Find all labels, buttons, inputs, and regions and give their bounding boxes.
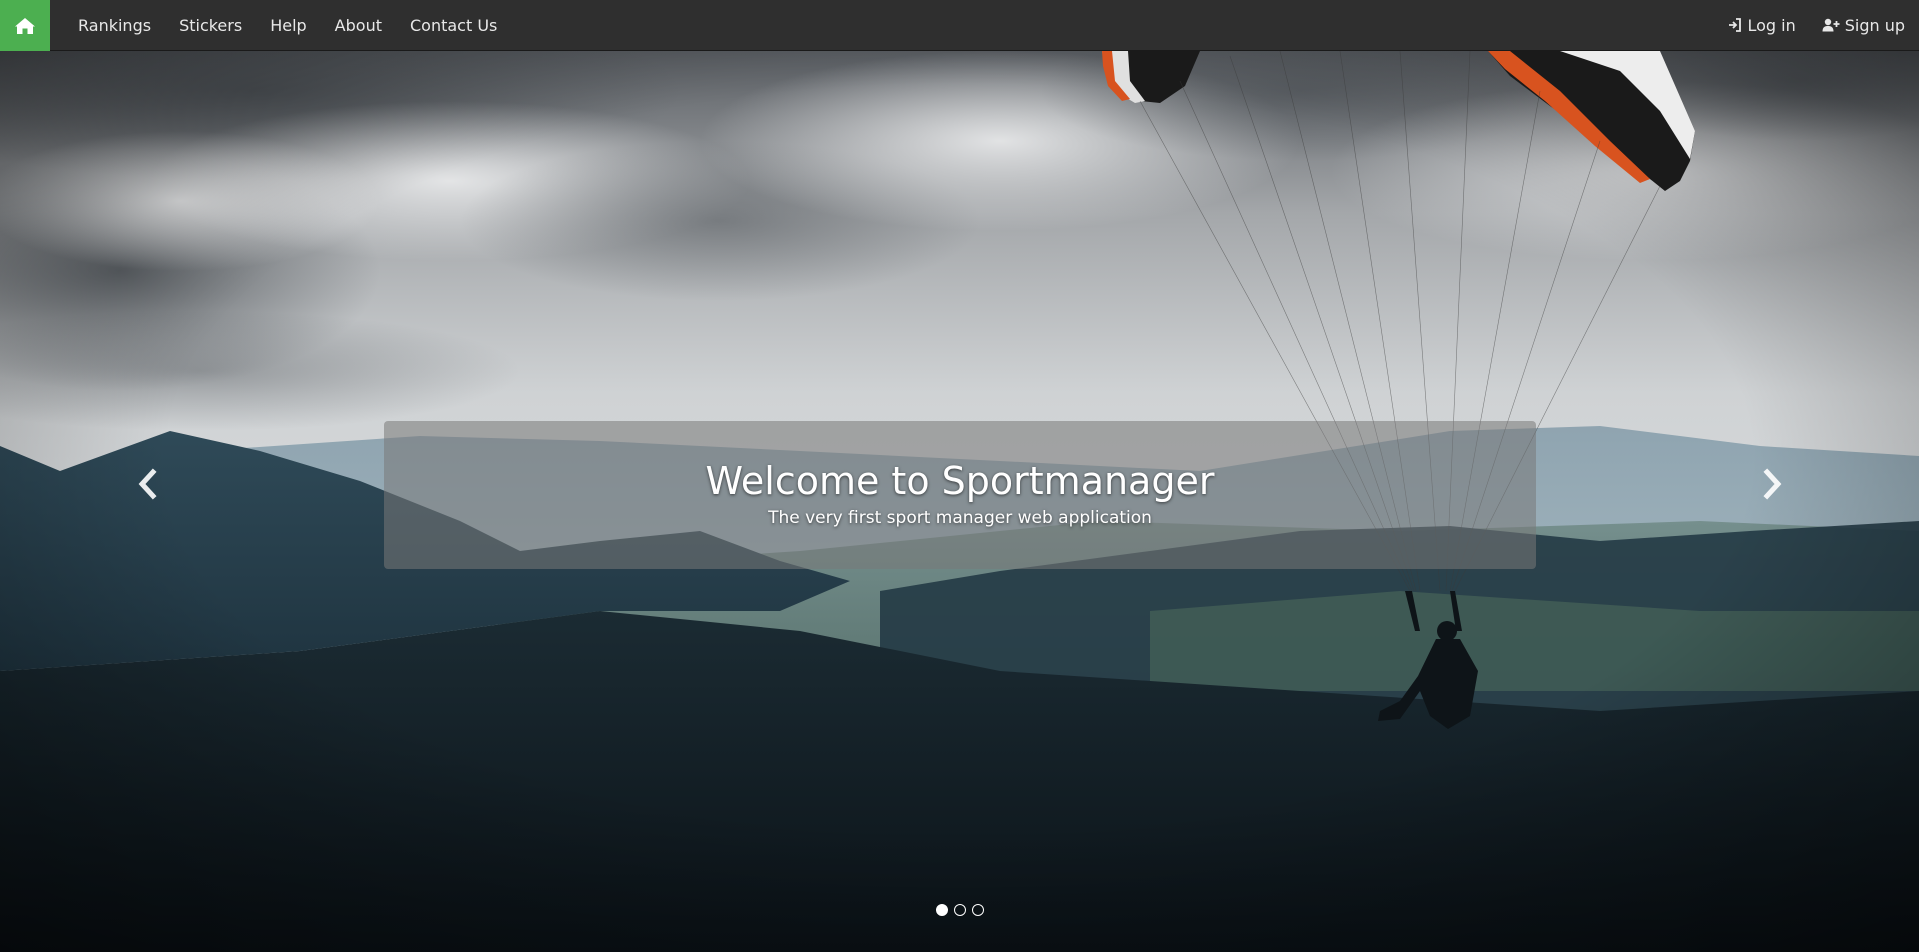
caption-subtitle: The very first sport manager web applica… xyxy=(768,508,1152,528)
user-plus-icon xyxy=(1822,18,1840,32)
hero-carousel: Welcome to Sportmanager The very first s… xyxy=(0,51,1919,952)
signup-label: Sign up xyxy=(1844,15,1905,35)
carousel-indicator-2[interactable] xyxy=(953,904,966,916)
carousel-next-button[interactable] xyxy=(1752,464,1792,504)
main-nav: Rankings Stickers Help About Contact Us xyxy=(64,0,511,50)
chevron-right-icon xyxy=(1763,468,1782,500)
nav-stickers[interactable]: Stickers xyxy=(165,0,256,51)
carousel-prev-button[interactable] xyxy=(128,464,168,504)
nav-contact-us[interactable]: Contact Us xyxy=(396,0,511,51)
carousel-indicators xyxy=(0,904,1919,916)
carousel-indicator-1[interactable] xyxy=(935,904,948,916)
signup-link[interactable]: Sign up xyxy=(1796,0,1905,51)
chevron-left-icon xyxy=(138,468,157,500)
caption-title: Welcome to Sportmanager xyxy=(705,459,1215,503)
top-navbar: Rankings Stickers Help About Contact Us … xyxy=(0,0,1919,51)
nav-help[interactable]: Help xyxy=(256,0,320,51)
sign-in-icon xyxy=(1728,18,1742,32)
login-link[interactable]: Log in xyxy=(1702,0,1796,51)
account-nav: Log in Sign up xyxy=(1702,0,1905,50)
nav-about[interactable]: About xyxy=(321,0,396,51)
home-button[interactable] xyxy=(0,0,50,51)
carousel-caption: Welcome to Sportmanager The very first s… xyxy=(384,421,1536,569)
carousel-indicator-3[interactable] xyxy=(971,904,984,916)
nav-rankings[interactable]: Rankings xyxy=(64,0,165,51)
home-icon xyxy=(15,17,35,34)
login-label: Log in xyxy=(1747,15,1796,35)
